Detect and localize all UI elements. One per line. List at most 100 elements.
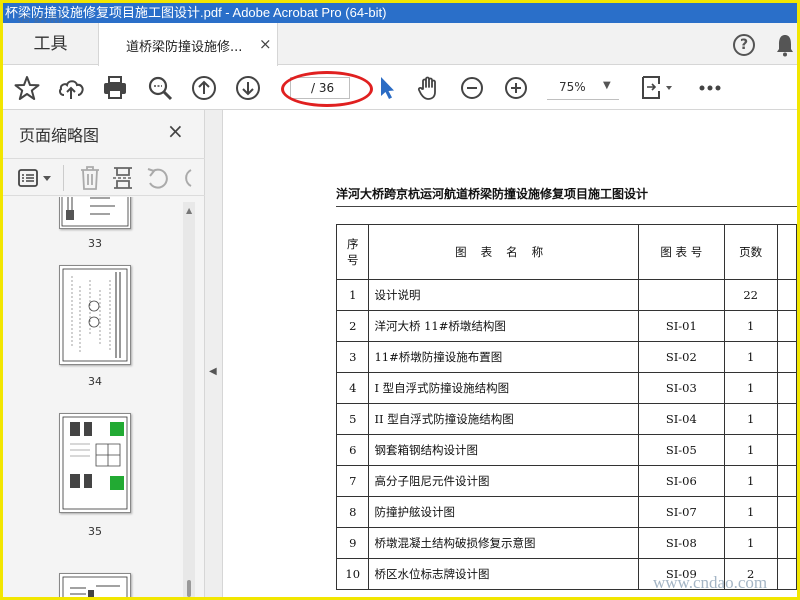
row-no: 7: [335, 465, 370, 497]
row-no: 4: [335, 372, 370, 404]
thumbnail-label: 33: [88, 237, 102, 250]
table-row: 2 洋河大桥 11#桥墩结构图 SI-01 1: [335, 310, 797, 342]
hand-icon[interactable]: [415, 74, 443, 102]
collapse-left-icon[interactable]: ◀: [209, 366, 217, 377]
header-code: 图 表 号: [637, 224, 725, 280]
row-extra: [776, 310, 797, 342]
thumbnail-page-36[interactable]: [59, 573, 131, 597]
row-name: 桥区水位标志牌设计图: [368, 558, 639, 590]
print-icon[interactable]: [101, 74, 129, 102]
row-pages: 22: [723, 279, 778, 311]
header-no-line1: 序: [346, 237, 359, 251]
row-extra: [776, 279, 797, 311]
thumbnail-options-icon[interactable]: [17, 167, 55, 189]
row-extra: [776, 496, 797, 528]
arrow-up-icon[interactable]: [190, 74, 218, 102]
row-code: SI-02: [637, 341, 725, 373]
zoom-in-icon[interactable]: [502, 74, 530, 102]
row-extra: [776, 372, 797, 404]
sidebar-toolbar: [3, 158, 205, 196]
row-name: 洋河大桥 11#桥墩结构图: [368, 310, 639, 342]
help-icon[interactable]: ?: [733, 34, 755, 56]
toolbar: / 36 75% ▼: [3, 66, 797, 110]
heading-rule: [336, 206, 797, 207]
row-name: 11#桥墩防撞设施布置图: [368, 341, 639, 373]
tab-document[interactable]: 道桥梁防撞设施修... ×: [98, 23, 278, 66]
zoom-out-icon[interactable]: [458, 74, 486, 102]
drawing-index-table: 序 号 图表名称 图 表 号 页数 1 设计说明 22 2 洋河大桥 11#桥墩结构图 S…: [335, 224, 797, 590]
extract-pages-icon[interactable]: [111, 165, 135, 191]
row-name: 钢套箱钢结构设计图: [368, 434, 639, 466]
thumbnail-page-34[interactable]: [59, 265, 131, 365]
row-code: SI-04: [637, 403, 725, 435]
row-no: 6: [335, 434, 370, 466]
table-row: 7 高分子阻尼元件设计图 SI-06 1: [335, 465, 797, 497]
row-extra: [776, 341, 797, 373]
row-extra: [776, 403, 797, 435]
sidebar-title: 页面缩略图: [19, 126, 100, 145]
divider: [63, 165, 64, 191]
thumbnail-page-33[interactable]: [59, 197, 131, 229]
sidebar-close-button[interactable]: ×: [167, 119, 184, 143]
thumbnail-drawing: [62, 576, 128, 597]
thumbnail-scrollbar[interactable]: [183, 202, 195, 597]
table-row: 3 11#桥墩防撞设施布置图 SI-02 1: [335, 341, 797, 373]
thumbnail-label: 34: [88, 375, 102, 388]
row-pages: 1: [723, 403, 778, 435]
tab-document-label: 道桥梁防撞设施修...: [126, 40, 243, 55]
zoom-search-icon[interactable]: [146, 74, 174, 102]
row-extra: [776, 434, 797, 466]
zoom-select[interactable]: 75% ▼: [547, 76, 619, 100]
select-cursor-icon[interactable]: [373, 74, 401, 102]
table-row: 8 防撞护舷设计图 SI-07 1: [335, 496, 797, 528]
row-code: [637, 279, 725, 311]
row-name: 防撞护舷设计图: [368, 496, 639, 528]
row-pages: 1: [723, 434, 778, 466]
row-no: 10: [335, 558, 370, 590]
star-icon[interactable]: [13, 74, 41, 102]
row-pages: 1: [723, 372, 778, 404]
row-pages: 1: [723, 341, 778, 373]
table-row: 9 桥墩混凝土结构破损修复示意图 SI-08 1: [335, 527, 797, 559]
row-code: SI-06: [637, 465, 725, 497]
row-extra: [776, 465, 797, 497]
row-name: II 型自浮式防撞设施结构图: [368, 403, 639, 435]
row-code: SI-05: [637, 434, 725, 466]
header-pages: 页数: [723, 224, 778, 280]
thumbnail-list: 33 34 35: [3, 197, 203, 597]
thumbnail-drawing: [62, 416, 128, 510]
thumbnail-page-35[interactable]: [59, 413, 131, 513]
scrollbar-thumb[interactable]: [187, 580, 191, 597]
row-pages: 1: [723, 465, 778, 497]
thumbnail-drawing: [62, 268, 128, 362]
tab-bar: 工具 道桥梁防撞设施修... × ?: [3, 23, 797, 66]
arrow-down-icon[interactable]: [234, 74, 262, 102]
thumbnail-label: 35: [88, 525, 102, 538]
scroll-up-arrow-icon[interactable]: ▲: [186, 206, 192, 215]
document-view: 洋河大桥跨京杭运河航道桥梁防撞设施修复项目施工图设计 序 号 图表名称 图 表 …: [224, 110, 797, 597]
table-header-row: 序 号 图表名称 图 表 号 页数: [335, 224, 797, 280]
document-heading: 洋河大桥跨京杭运河航道桥梁防撞设施修复项目施工图设计: [336, 187, 649, 201]
rotate-right-icon[interactable]: [179, 167, 193, 189]
sidebar-collapse-strip[interactable]: ◀: [205, 110, 223, 597]
more-icon[interactable]: [696, 74, 724, 102]
row-no: 1: [335, 279, 370, 311]
row-name: I 型自浮式防撞设施结构图: [368, 372, 639, 404]
trash-icon[interactable]: [79, 165, 101, 191]
row-extra: [776, 527, 797, 559]
header-no: 序 号: [335, 224, 370, 280]
zoom-value: 75%: [559, 80, 586, 94]
tab-close-button[interactable]: ×: [259, 35, 272, 53]
table-row: 1 设计说明 22: [335, 279, 797, 311]
tab-tools[interactable]: 工具: [3, 23, 98, 65]
row-name: 设计说明: [368, 279, 639, 311]
red-highlight-ellipse: [281, 71, 373, 107]
header-no-line2: 号: [346, 253, 359, 267]
thumbnail-drawing: [61, 197, 129, 227]
page-fit-icon[interactable]: [639, 74, 675, 102]
table-row: 5 II 型自浮式防撞设施结构图 SI-04 1: [335, 403, 797, 435]
row-no: 5: [335, 403, 370, 435]
cloud-upload-icon[interactable]: [57, 74, 85, 102]
bell-icon[interactable]: [775, 33, 795, 57]
rotate-left-icon[interactable]: [145, 167, 169, 189]
